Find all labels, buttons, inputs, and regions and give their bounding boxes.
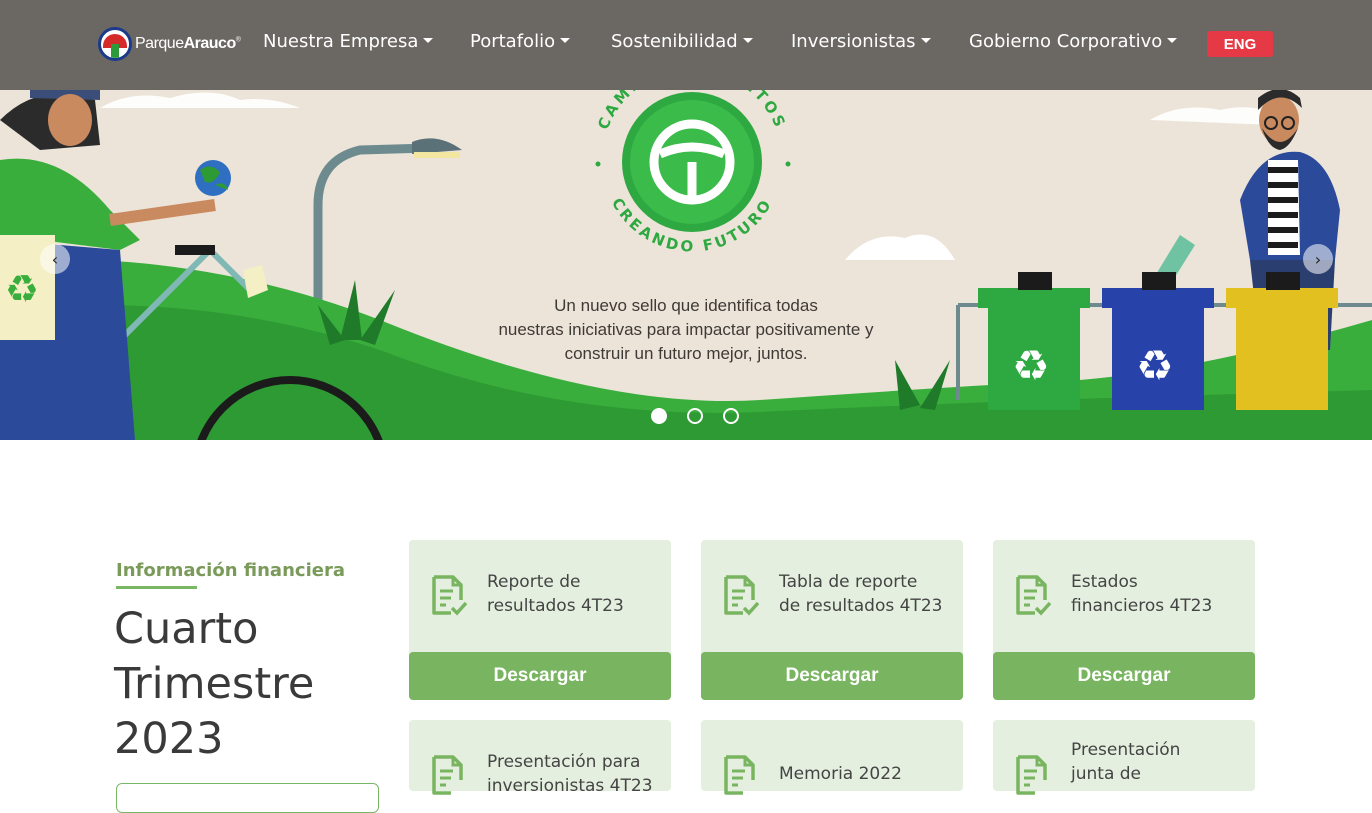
document-card: Estados financieros 4T23 Descargar <box>993 540 1255 700</box>
nav-item-portafolio[interactable]: Portafolio <box>470 31 571 52</box>
section-label: Información financiera <box>116 560 345 581</box>
carousel-dot-2[interactable] <box>687 408 703 424</box>
svg-text:CREANDO FUTURO: CREANDO FUTURO <box>608 195 776 256</box>
download-button[interactable]: Descargar <box>701 652 963 700</box>
nav-item-sostenibilidad[interactable]: Sostenibilidad <box>611 31 753 52</box>
section-title: Cuarto Trimestre 2023 <box>114 604 315 764</box>
download-button[interactable]: Descargar <box>409 652 671 700</box>
card-title: Presentación junta de <box>1071 740 1181 784</box>
chevron-down-icon <box>1167 37 1178 43</box>
document-check-icon <box>432 575 467 616</box>
hero-caption-line: nuestras iniciativas para impactar posit… <box>498 320 874 339</box>
carousel-dot-1[interactable] <box>651 408 667 424</box>
document-check-icon <box>1016 755 1047 795</box>
document-check-icon <box>432 755 463 795</box>
main-nav: Nuestra Empresa Portafolio Sostenibilida… <box>0 31 1372 55</box>
carousel-indicators <box>651 408 739 424</box>
card-title: Memoria 2022 <box>779 764 902 784</box>
hero-carousel: ♻ ♻ ♻ CAM TOS CREANDO FUTURO Un nuevo se… <box>0 90 1372 440</box>
chevron-left-icon: ‹ <box>51 249 59 269</box>
document-check-icon <box>724 575 759 616</box>
more-info-button[interactable] <box>116 783 379 813</box>
download-button[interactable]: Descargar <box>993 652 1255 700</box>
language-button[interactable]: ENG <box>1207 31 1273 57</box>
carousel-dot-3[interactable] <box>723 408 739 424</box>
document-card: Tabla de reporte de resultados 4T23 Desca… <box>701 540 963 700</box>
carousel-next-button[interactable]: › <box>1303 244 1333 274</box>
nav-item-gobierno-corporativo[interactable]: Gobierno Corporativo <box>969 31 1178 52</box>
chevron-down-icon <box>742 37 753 43</box>
document-card: Presentación para inversionistas 4T23 <box>409 720 671 796</box>
sustainability-seal: CAMBIANDO JUNTOS CREANDO FUTURO <box>594 90 791 256</box>
carousel-prev-button[interactable]: ‹ <box>40 244 70 274</box>
hero-caption-line: construir un futuro mejor, juntos. <box>564 344 808 363</box>
nav-item-nuestra-empresa[interactable]: Nuestra Empresa <box>263 31 434 52</box>
document-card: Presentación junta de <box>993 720 1255 795</box>
card-title: Reporte de resultados 4T23 <box>487 572 624 616</box>
document-check-icon <box>1016 575 1051 616</box>
chevron-down-icon <box>920 37 931 43</box>
card-title: Tabla de reporte de resultados 4T23 <box>779 572 943 616</box>
hero-caption: Un nuevo sello que identifica todas nues… <box>456 294 916 366</box>
hero-caption-line: Un nuevo sello que identifica todas <box>554 296 818 315</box>
document-check-icon <box>724 755 755 795</box>
chevron-down-icon <box>423 37 434 43</box>
svg-text:CAMBIANDO JUNTOS: CAMBIANDO JUNTOS <box>594 90 790 132</box>
section-label-underline <box>116 586 197 589</box>
document-card: Reporte de resultados 4T23 Descargar <box>409 540 671 700</box>
chevron-down-icon <box>560 37 571 43</box>
card-title: Estados financieros 4T23 <box>1071 572 1213 616</box>
document-card: Memoria 2022 <box>701 720 963 795</box>
top-navbar: ParqueArauco® Nuestra Empresa Portafolio… <box>0 0 1372 90</box>
nav-item-inversionistas[interactable]: Inversionistas <box>791 31 931 52</box>
chevron-right-icon: › <box>1314 249 1322 269</box>
